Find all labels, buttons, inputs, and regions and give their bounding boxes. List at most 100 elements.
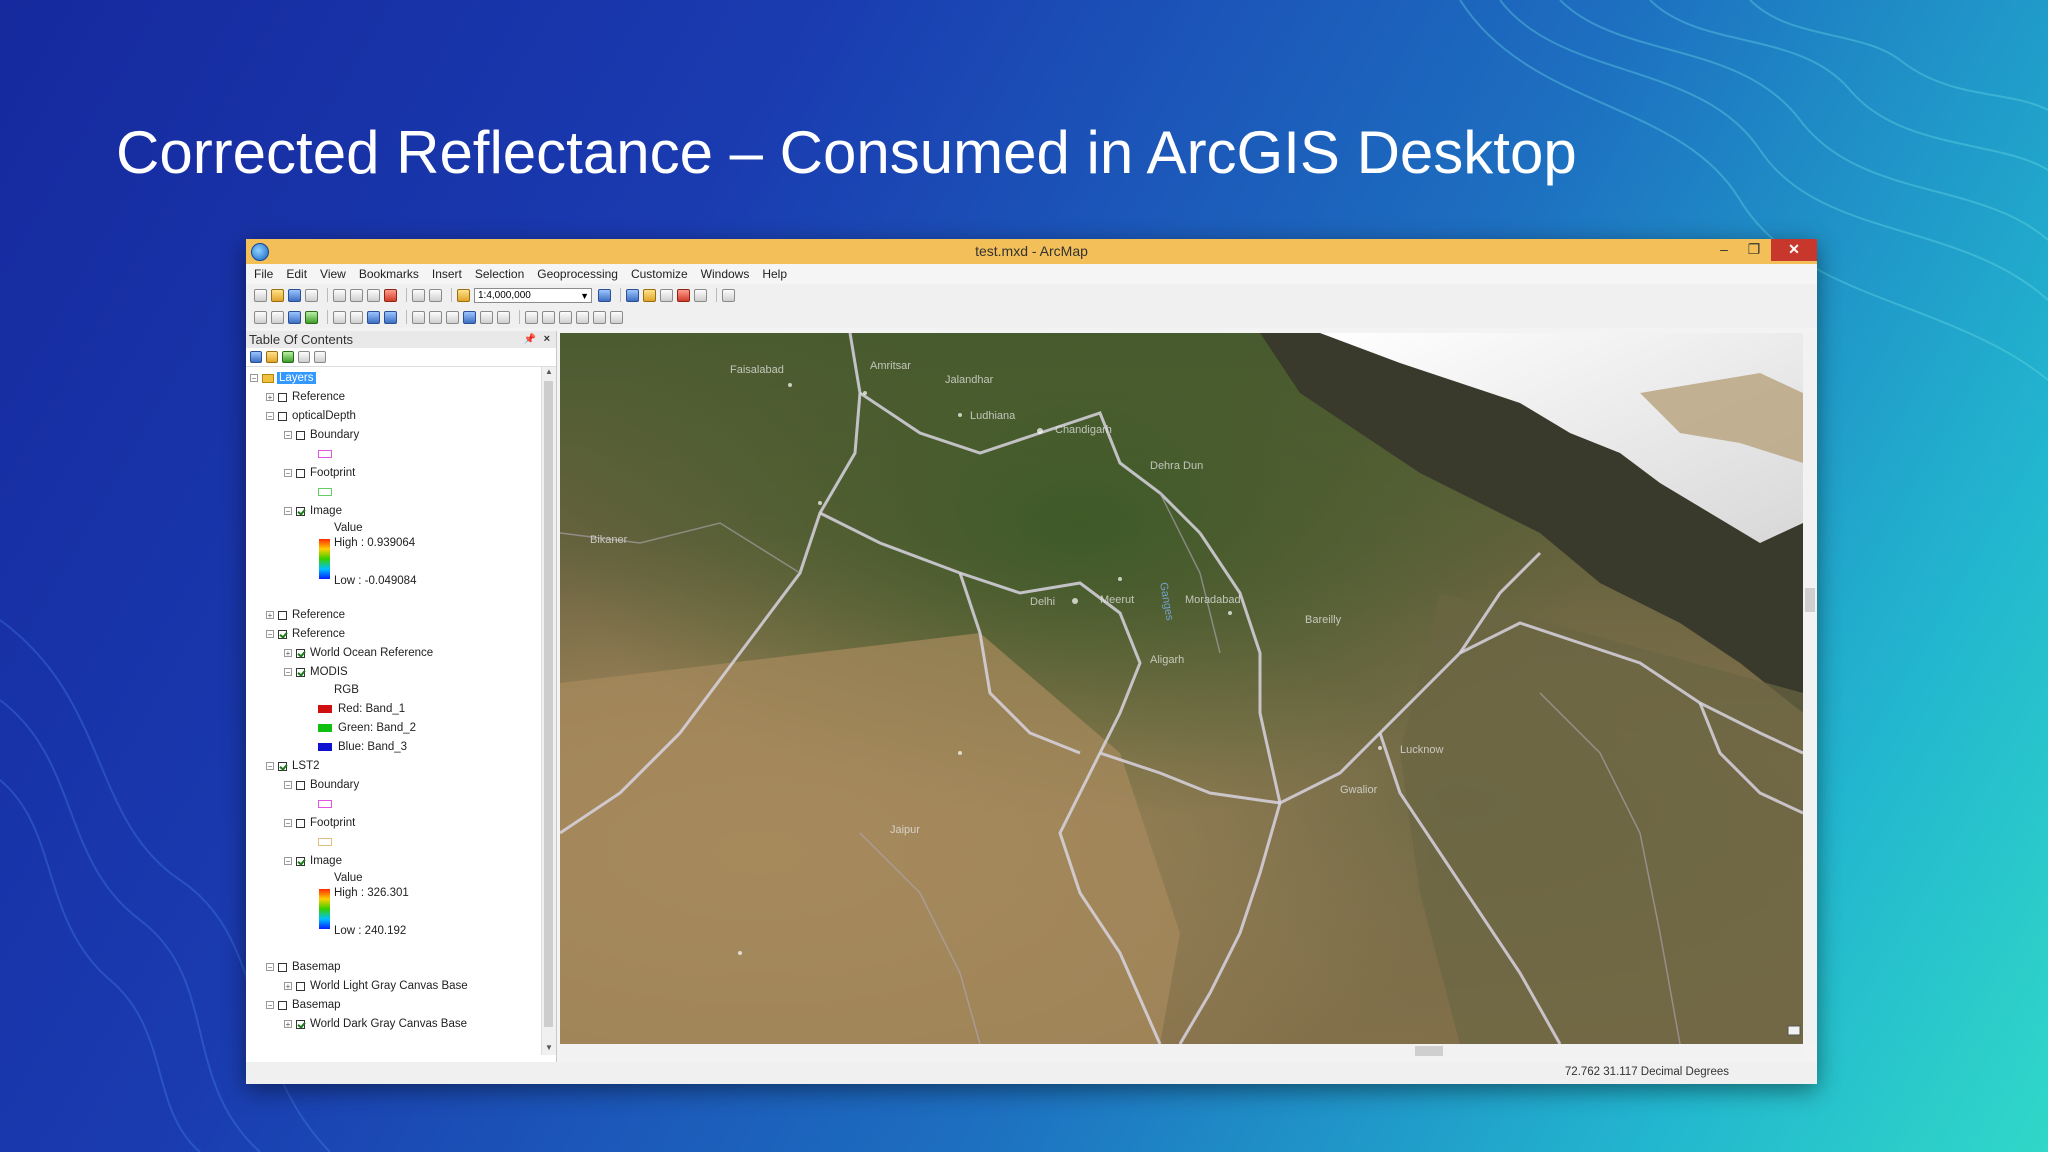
map-scale-dropdown[interactable]: 1:4,000,000 ▼ [474,287,592,303]
expand-icon[interactable]: + [284,649,292,658]
layer-world-dark-gray[interactable]: + World Dark Gray Canvas Base [284,1016,467,1032]
list-by-drawing-order-icon[interactable] [250,351,262,363]
layer-visibility-checkbox[interactable] [296,430,305,440]
pan-icon[interactable] [288,310,301,324]
layer-visibility-checkbox[interactable] [278,629,287,639]
layer-visibility-checkbox[interactable] [296,1019,305,1029]
collapse-icon[interactable]: − [284,781,292,790]
menu-selection[interactable]: Selection [475,267,524,281]
layer-visibility-checkbox[interactable] [296,667,305,677]
close-icon[interactable]: × [544,331,550,348]
pin-icon[interactable]: 📌 [524,331,536,348]
collapse-icon[interactable]: − [266,412,274,421]
collapse-icon[interactable]: − [284,819,292,828]
collapse-icon[interactable]: − [266,630,274,639]
measure-icon[interactable] [525,310,538,324]
map-corner-icon[interactable] [1787,1025,1801,1036]
list-by-source-icon[interactable] [266,351,278,363]
search-window-icon[interactable] [660,288,673,302]
copy-icon[interactable] [350,288,363,302]
collapse-icon[interactable]: − [266,963,274,972]
fixed-zoom-in-icon[interactable] [333,310,346,324]
editor-toolbar-icon[interactable] [598,288,611,302]
collapse-icon[interactable]: − [266,762,274,771]
layer-modis[interactable]: − MODIS [284,664,348,680]
new-document-icon[interactable] [254,288,267,302]
menu-geoprocessing[interactable]: Geoprocessing [537,267,618,281]
scroll-thumb[interactable] [1415,1046,1443,1056]
layer-visibility-checkbox[interactable] [278,411,287,421]
expand-icon[interactable]: + [266,393,274,402]
undo-icon[interactable] [412,288,425,302]
layer-visibility-checkbox[interactable] [296,856,305,866]
table-of-contents-icon[interactable] [626,288,639,302]
layer-footprint-lst[interactable]: − Footprint [284,815,355,831]
delete-icon[interactable] [384,288,397,302]
expand-icon[interactable]: + [284,1020,292,1029]
layer-basemap-2[interactable]: − Basemap [266,997,341,1013]
menu-view[interactable]: View [320,267,346,281]
layer-visibility-checkbox[interactable] [278,962,287,972]
layer-visibility-checkbox[interactable] [278,610,287,620]
print-icon[interactable] [305,288,318,302]
menu-bookmarks[interactable]: Bookmarks [359,267,419,281]
maximize-button[interactable]: ❐ [1739,239,1769,261]
layer-image[interactable]: − Image [284,503,342,519]
collapse-icon[interactable]: − [284,507,292,516]
collapse-icon[interactable]: − [266,1001,274,1010]
menu-customize[interactable]: Customize [631,267,688,281]
open-folder-icon[interactable] [271,288,284,302]
layer-visibility-checkbox[interactable] [296,468,305,478]
zoom-in-icon[interactable] [254,310,267,324]
select-elements-icon[interactable] [446,310,459,324]
find-icon[interactable] [542,310,555,324]
layer-boundary[interactable]: − Boundary [284,427,359,443]
full-extent-icon[interactable] [305,310,318,324]
collapse-icon[interactable]: − [250,374,258,383]
menu-help[interactable]: Help [762,267,787,281]
layer-visibility-checkbox[interactable] [296,506,305,516]
paste-icon[interactable] [367,288,380,302]
layer-visibility-checkbox[interactable] [278,392,287,402]
select-features-icon[interactable] [412,310,425,324]
hyperlink-icon[interactable] [480,310,493,324]
layer-visibility-checkbox[interactable] [296,818,305,828]
layer-world-ocean-reference[interactable]: + World Ocean Reference [284,645,433,661]
layer-opticaldepth[interactable]: − opticalDepth [266,408,356,424]
go-to-xy-icon[interactable] [576,310,589,324]
layer-world-light-gray[interactable]: + World Light Gray Canvas Base [284,978,468,994]
save-icon[interactable] [288,288,301,302]
layer-footprint[interactable]: − Footprint [284,465,355,481]
layer-reference-2[interactable]: + Reference [266,607,345,623]
map-vertical-scrollbar[interactable] [1803,333,1817,1044]
scroll-up-icon[interactable]: ▲ [542,367,556,379]
collapse-icon[interactable]: − [284,431,292,440]
scroll-thumb[interactable] [1805,588,1815,612]
layers-data-frame[interactable]: − Layers [250,370,316,386]
collapse-icon[interactable]: − [284,857,292,866]
layer-basemap-1[interactable]: − Basemap [266,959,341,975]
create-viewer-window-icon[interactable] [610,310,623,324]
layer-image-lst[interactable]: − Image [284,853,342,869]
layer-visibility-checkbox[interactable] [278,1000,287,1010]
menu-edit[interactable]: Edit [286,267,307,281]
toc-scrollbar[interactable]: ▲ ▼ [541,367,556,1055]
list-by-selection-icon[interactable] [298,351,310,363]
add-data-icon[interactable] [457,288,470,302]
python-window-icon[interactable] [694,288,707,302]
go-forward-icon[interactable] [384,310,397,324]
layer-visibility-checkbox[interactable] [296,981,305,991]
cut-icon[interactable] [333,288,346,302]
map-horizontal-scrollbar[interactable] [560,1044,1803,1058]
redo-icon[interactable] [429,288,442,302]
expand-icon[interactable]: + [266,611,274,620]
layer-lst2[interactable]: − LST2 [266,758,320,774]
layer-visibility-checkbox[interactable] [296,780,305,790]
layer-reference-1[interactable]: + Reference [266,389,345,405]
expand-icon[interactable]: + [284,982,292,991]
layer-visibility-checkbox[interactable] [296,648,305,658]
model-builder-icon[interactable] [722,288,735,302]
arctoolbox-icon[interactable] [677,288,690,302]
collapse-icon[interactable]: − [284,469,292,478]
find-route-icon[interactable] [559,310,572,324]
